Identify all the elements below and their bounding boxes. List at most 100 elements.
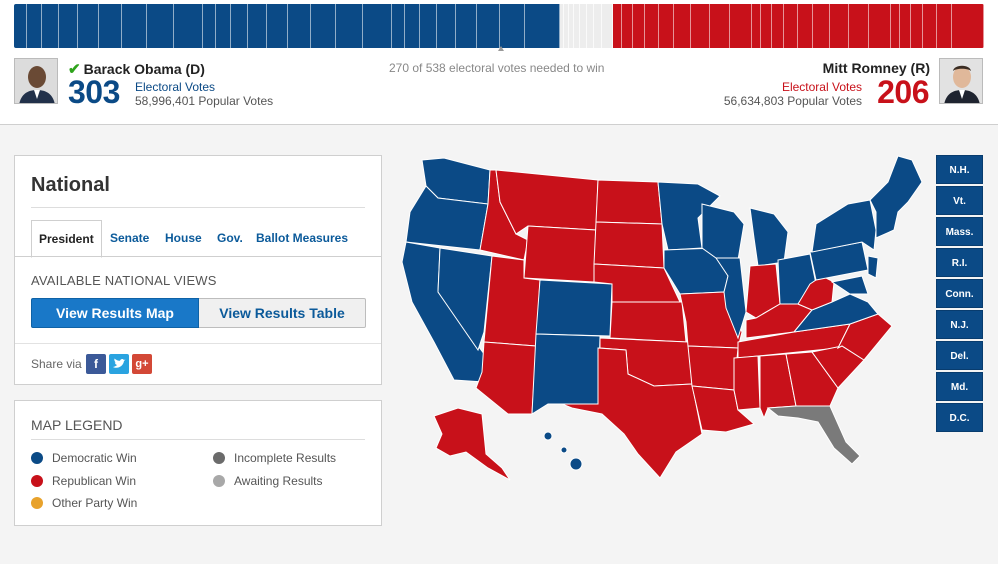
state-wyoming[interactable] bbox=[523, 225, 597, 283]
rep-state-segment bbox=[674, 4, 691, 48]
rep-state-segment bbox=[798, 4, 813, 48]
state-button-vt[interactable]: Vt. bbox=[936, 186, 983, 215]
state-new-england[interactable] bbox=[869, 155, 923, 239]
state-button-conn[interactable]: Conn. bbox=[936, 279, 983, 308]
state-button-nh[interactable]: N.H. bbox=[936, 155, 983, 184]
rep-state-segment bbox=[691, 4, 710, 48]
tab-senate[interactable]: Senate bbox=[110, 220, 149, 257]
rep-state-segment bbox=[784, 4, 798, 48]
state-south-dakota[interactable] bbox=[593, 221, 665, 269]
state-wisconsin[interactable] bbox=[701, 203, 745, 261]
dem-state-segment bbox=[248, 4, 267, 48]
rep-state-segment bbox=[613, 4, 622, 48]
dem-electoral-label: Electoral Votes bbox=[135, 80, 216, 94]
tab-president[interactable]: President bbox=[31, 220, 102, 258]
rep-state-segment bbox=[633, 4, 645, 48]
dem-state-segment bbox=[456, 4, 477, 48]
state-hawaii[interactable] bbox=[543, 431, 553, 441]
rep-state-segment bbox=[761, 4, 772, 48]
rep-state-segment bbox=[645, 4, 659, 48]
legend-democratic-win: Democratic Win bbox=[31, 451, 137, 465]
tabs-divider bbox=[15, 256, 381, 257]
rep-state-segment bbox=[772, 4, 784, 48]
state-florida[interactable] bbox=[766, 405, 861, 465]
dem-state-segment bbox=[500, 4, 525, 48]
dem-state-segment bbox=[420, 4, 437, 48]
rep-state-segment bbox=[813, 4, 830, 48]
rep-state-segment bbox=[891, 4, 900, 48]
electoral-vote-bar bbox=[14, 4, 984, 48]
panel-title: National bbox=[31, 174, 110, 196]
state-new-mexico[interactable] bbox=[531, 333, 601, 415]
dem-state-segment bbox=[267, 4, 288, 48]
view-results-map-button[interactable]: View Results Map bbox=[31, 298, 199, 328]
google-plus-icon[interactable]: g+ bbox=[132, 354, 152, 374]
state-arizona[interactable] bbox=[475, 341, 537, 415]
dem-state-segment bbox=[437, 4, 456, 48]
rep-state-segment bbox=[900, 4, 911, 48]
rep-state-segment bbox=[911, 4, 923, 48]
state-maryland[interactable] bbox=[830, 275, 869, 295]
rep-state-segment bbox=[937, 4, 952, 48]
votes-needed-text: 270 of 538 electoral votes needed to win bbox=[389, 61, 605, 75]
state-button-del[interactable]: Del. bbox=[936, 341, 983, 370]
dem-state-segment bbox=[27, 4, 42, 48]
state-colorado[interactable] bbox=[535, 279, 613, 337]
legend-swatch bbox=[31, 497, 43, 509]
dem-state-segment bbox=[216, 4, 231, 48]
legend-title: MAP LEGEND bbox=[31, 417, 123, 433]
rep-state-segment bbox=[659, 4, 674, 48]
pending-state-segment bbox=[602, 4, 613, 48]
state-new-jersey[interactable] bbox=[867, 255, 879, 279]
race-tabs: President Senate House Gov. Ballot Measu… bbox=[31, 220, 366, 258]
us-results-map[interactable]: .d { fill: #0b4a86; stroke: #fff; stroke… bbox=[398, 152, 928, 482]
state-button-ri[interactable]: R.I. bbox=[936, 248, 983, 277]
dem-state-segment bbox=[78, 4, 99, 48]
rep-state-segment bbox=[730, 4, 752, 48]
legend-republican-win: Republican Win bbox=[31, 474, 136, 488]
state-montana[interactable] bbox=[495, 169, 599, 235]
tab-governor[interactable]: Gov. bbox=[217, 220, 243, 257]
legend-awaiting-results: Awaiting Results bbox=[213, 474, 323, 488]
state-button-md[interactable]: Md. bbox=[936, 372, 983, 401]
state-arkansas[interactable] bbox=[687, 345, 739, 391]
tab-ballot-measures[interactable]: Ballot Measures bbox=[256, 220, 348, 257]
state-kansas[interactable] bbox=[609, 301, 687, 343]
rep-electoral-count: 206 bbox=[877, 74, 929, 110]
rep-state-segment bbox=[830, 4, 849, 48]
dem-popular-votes: 58,996,401 Popular Votes bbox=[135, 94, 274, 108]
state-michigan[interactable] bbox=[749, 207, 789, 267]
facebook-icon[interactable]: f bbox=[86, 354, 106, 374]
rep-state-segment bbox=[923, 4, 937, 48]
state-button-nj[interactable]: N.J. bbox=[936, 310, 983, 339]
state-new-york[interactable] bbox=[811, 199, 877, 253]
state-button-dc[interactable]: D.C. bbox=[936, 403, 983, 432]
dem-state-segment bbox=[59, 4, 78, 48]
legend-swatch bbox=[213, 475, 225, 487]
legend-divider bbox=[31, 439, 365, 440]
state-button-mass[interactable]: Mass. bbox=[936, 217, 983, 246]
majority-marker bbox=[498, 46, 504, 51]
dem-state-segment bbox=[231, 4, 248, 48]
rep-popular-votes: 56,634,803 Popular Votes bbox=[723, 94, 862, 108]
share-label: Share via bbox=[31, 357, 82, 371]
obama-photo bbox=[14, 58, 58, 104]
dem-state-segment bbox=[392, 4, 405, 48]
dem-state-segment bbox=[147, 4, 174, 48]
legend-swatch bbox=[213, 452, 225, 464]
twitter-icon[interactable] bbox=[109, 354, 129, 374]
map-legend-panel: MAP LEGEND Democratic Win Republican Win… bbox=[14, 400, 382, 526]
rep-state-segment bbox=[622, 4, 633, 48]
share-divider bbox=[15, 343, 381, 344]
state-hawaii-maui[interactable] bbox=[560, 446, 568, 454]
national-panel: National President Senate House Gov. Bal… bbox=[14, 155, 382, 385]
state-mississippi[interactable] bbox=[733, 355, 761, 411]
state-hawaii-big-island[interactable] bbox=[569, 457, 583, 471]
dem-state-segment bbox=[288, 4, 311, 48]
state-north-dakota[interactable] bbox=[595, 179, 663, 225]
rep-state-segment bbox=[849, 4, 869, 48]
view-results-table-button[interactable]: View Results Table bbox=[199, 298, 366, 328]
dem-electoral-count: 303 bbox=[68, 74, 120, 110]
tab-house[interactable]: House bbox=[165, 220, 202, 257]
state-alaska[interactable] bbox=[433, 407, 511, 481]
